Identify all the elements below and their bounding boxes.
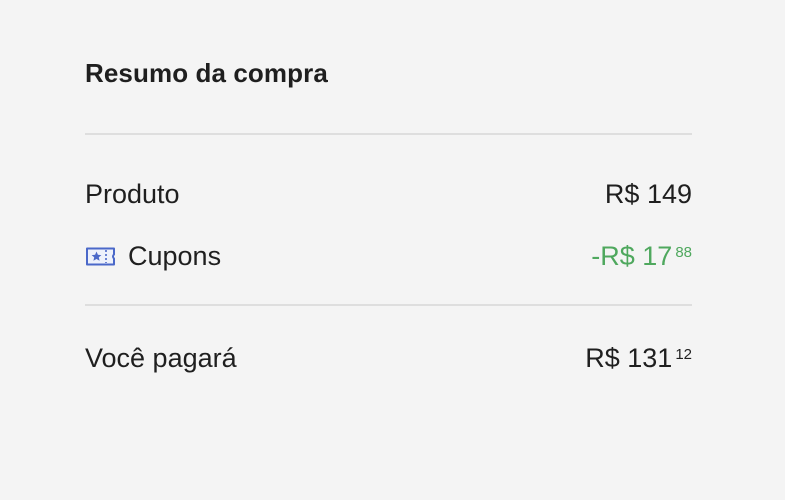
product-price-main: R$ 149	[604, 178, 692, 209]
coupons-discount: -R$ 17 88	[591, 241, 692, 272]
total-price: R$ 131 12	[585, 343, 692, 374]
middle-divider	[85, 304, 692, 306]
product-row: Produto R$ 149	[85, 174, 692, 214]
coupons-row: Cupons -R$ 17 88	[85, 236, 692, 276]
coupons-discount-cents: 88	[675, 243, 692, 261]
summary-title: Resumo da compra	[85, 58, 328, 88]
coupons-discount-main: -R$ 17	[591, 240, 673, 271]
coupons-label: Cupons	[128, 240, 222, 271]
purchase-summary: Resumo da compra Produto R$ 149 Cupons -…	[85, 0, 692, 500]
total-row: Você pagará R$ 131 12	[85, 338, 692, 378]
top-divider	[85, 133, 692, 135]
product-price: R$ 149	[605, 179, 692, 210]
total-label: Você pagará	[85, 342, 237, 373]
product-label: Produto	[85, 178, 180, 209]
total-price-cents: 12	[675, 345, 692, 363]
coupons-label-group: Cupons	[85, 241, 221, 272]
total-price-main: R$ 131	[585, 342, 673, 373]
coupon-ticket-icon	[85, 244, 116, 269]
